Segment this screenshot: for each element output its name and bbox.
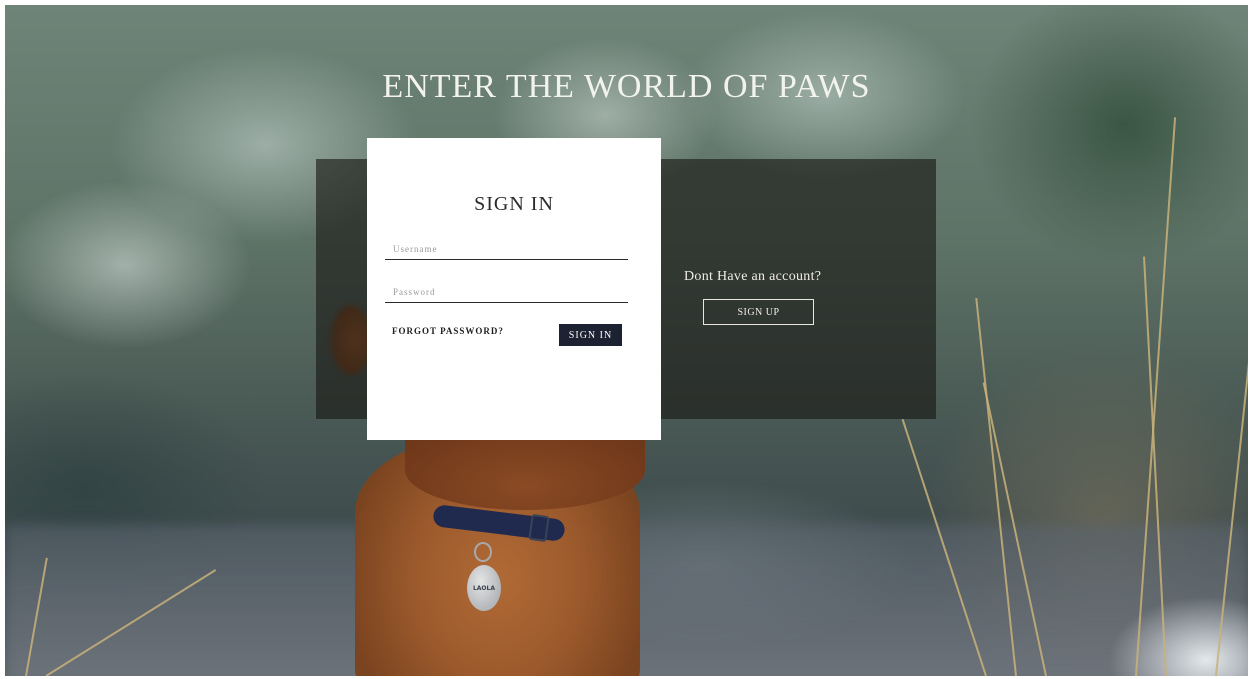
dog-tag-text: LAOLA	[472, 584, 496, 592]
page-frame: LAOLA ENTER THE WORLD OF PAWS Dont Have …	[5, 5, 1248, 676]
page-title: ENTER THE WORLD OF PAWS	[382, 67, 871, 105]
password-input[interactable]	[385, 281, 628, 303]
signup-section: Dont Have an account? SIGN UP	[662, 159, 936, 419]
dog-tag: LAOLA	[467, 565, 501, 611]
signin-card: SIGN IN FORGOT PASSWORD? SIGN IN	[367, 138, 661, 440]
username-input[interactable]	[385, 238, 628, 260]
dog-chin	[405, 430, 645, 510]
signin-button[interactable]: SIGN IN	[559, 324, 622, 346]
signup-prompt: Dont Have an account?	[684, 269, 822, 284]
tag-ring	[474, 542, 492, 562]
collar-buckle	[528, 513, 550, 543]
background-snow	[1108, 596, 1248, 676]
forgot-password-link[interactable]: FORGOT PASSWORD?	[392, 326, 504, 336]
signin-title: SIGN IN	[474, 193, 554, 215]
signup-button[interactable]: SIGN UP	[703, 299, 814, 325]
